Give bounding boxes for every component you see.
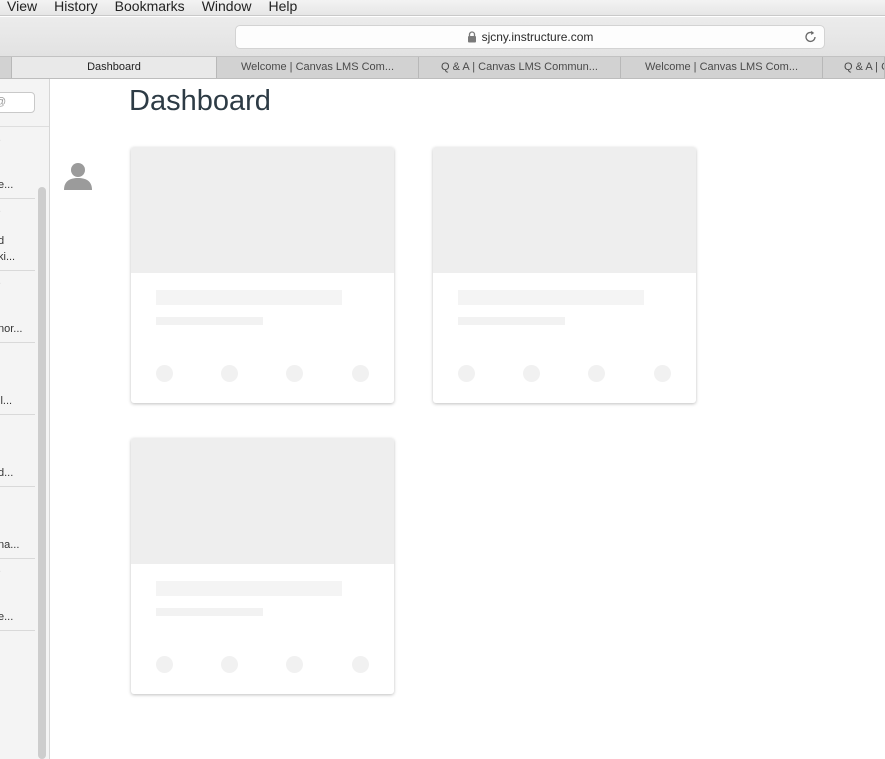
tab-bar: Dashboard Welcome | Canvas LMS Com... Q …: [0, 56, 885, 79]
lock-icon: [467, 31, 477, 43]
avatar-icon[interactable]: [63, 161, 93, 191]
card-action-icon-placeholder: [221, 365, 238, 382]
menu-bookmarks[interactable]: Bookmarks: [107, 0, 194, 13]
sidebar-list-item[interactable]: il...: [0, 343, 35, 415]
address-bar[interactable]: sjcny.instructure.com: [235, 25, 825, 49]
card-action-icon-placeholder: [286, 365, 303, 382]
tab-welcome-canvas-1[interactable]: Welcome | Canvas LMS Com...: [217, 57, 419, 78]
card-title-placeholder: [458, 290, 644, 305]
card-subtitle-placeholder: [458, 317, 565, 325]
card-hero-placeholder: [433, 147, 696, 273]
tab-dashboard[interactable]: Dashboard: [12, 57, 217, 78]
card-title-placeholder: [156, 290, 342, 305]
card-title-placeholder: [156, 581, 342, 596]
reading-list-sidebar: @ . e... . d ki... . nor... il... d... n…: [0, 79, 50, 759]
page-title: Dashboard: [129, 85, 271, 117]
sidebar-search-placeholder: @: [0, 96, 6, 108]
sidebar-list-item[interactable]: . d ki...: [0, 199, 35, 271]
card-action-icon-placeholder: [352, 656, 369, 673]
sidebar-scrollbar[interactable]: [38, 187, 46, 759]
menu-bar: View History Bookmarks Window Help: [0, 0, 885, 16]
tab-offscreen[interactable]: [0, 57, 12, 78]
card-action-icon-placeholder: [156, 656, 173, 673]
card-action-icon-placeholder: [523, 365, 540, 382]
sidebar-list-item[interactable]: . nor...: [0, 271, 35, 343]
card-action-icon-placeholder: [654, 365, 671, 382]
course-card-placeholder[interactable]: [433, 147, 696, 403]
course-card-placeholder[interactable]: [131, 147, 394, 403]
card-action-icon-placeholder: [458, 365, 475, 382]
card-subtitle-placeholder: [156, 317, 263, 325]
main-content: Dashboard: [51, 79, 885, 759]
tab-qa-canvas-1[interactable]: Q & A | Canvas LMS Commun...: [419, 57, 621, 78]
card-action-icon-placeholder: [286, 656, 303, 673]
sidebar-list-item[interactable]: . e...: [0, 127, 35, 199]
sidebar-search-input[interactable]: @: [0, 92, 35, 113]
card-action-icon-placeholder: [156, 365, 173, 382]
browser-toolbar: sjcny.instructure.com: [0, 17, 885, 56]
menu-window[interactable]: Window: [194, 0, 261, 13]
menu-history[interactable]: History: [46, 0, 107, 13]
menu-view[interactable]: View: [0, 0, 46, 13]
sidebar-list-item[interactable]: na...: [0, 487, 35, 559]
card-action-icon-placeholder: [221, 656, 238, 673]
sidebar-list-item[interactable]: d...: [0, 415, 35, 487]
tab-qa-canvas-2[interactable]: Q & A | C: [823, 57, 885, 78]
card-subtitle-placeholder: [156, 608, 263, 616]
menu-help[interactable]: Help: [260, 0, 306, 13]
card-action-icon-placeholder: [352, 365, 369, 382]
tab-welcome-canvas-2[interactable]: Welcome | Canvas LMS Com...: [621, 57, 823, 78]
card-hero-placeholder: [131, 438, 394, 564]
sidebar-list-item[interactable]: . e...: [0, 559, 35, 631]
url-text: sjcny.instructure.com: [481, 30, 594, 44]
card-hero-placeholder: [131, 147, 394, 273]
reload-icon[interactable]: [804, 30, 818, 44]
course-card-placeholder[interactable]: [131, 438, 394, 694]
card-action-icon-placeholder: [588, 365, 605, 382]
